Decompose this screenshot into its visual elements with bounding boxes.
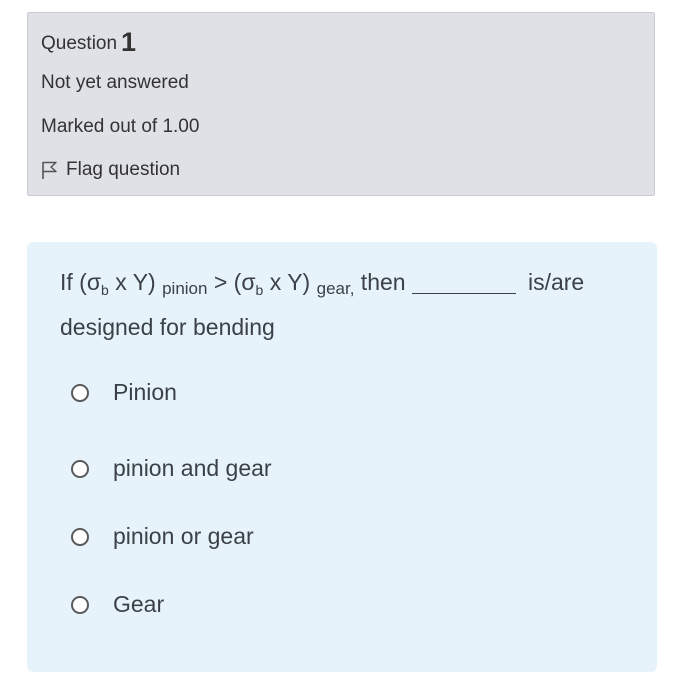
- answer-option-c[interactable]: pinion or gear: [71, 523, 254, 550]
- question-text-part: x Y): [108, 269, 163, 295]
- radio-button[interactable]: [71, 595, 89, 614]
- subscript-pinion: pinion: [162, 279, 208, 298]
- subscript-b: b: [101, 282, 109, 298]
- answer-option-d[interactable]: Gear: [71, 591, 164, 618]
- question-number-heading: Question 1: [41, 27, 136, 58]
- answer-blank: [411, 271, 516, 294]
- answer-option-label: pinion or gear: [113, 523, 254, 549]
- question-state: Not yet answered: [41, 72, 189, 93]
- flag-question-link[interactable]: Flag question: [41, 159, 180, 181]
- question-text-part: If (σ: [60, 269, 102, 295]
- question-number: 1: [121, 27, 137, 57]
- question-word: Question: [41, 33, 118, 54]
- answer-option-b[interactable]: pinion and gear: [71, 455, 272, 482]
- question-text-part: x Y): [263, 269, 317, 295]
- radio-button[interactable]: [71, 459, 89, 478]
- question-grade: Marked out of 1.00: [41, 116, 200, 137]
- subscript-gear: gear,: [316, 279, 355, 298]
- answer-option-label: Gear: [113, 591, 165, 617]
- question-info-panel: Question 1 Not yet answered Marked out of…: [27, 12, 655, 196]
- question-text: If (σb x Y) pinion > (σb x Y) gear, then…: [60, 264, 625, 346]
- question-text-part: then: [354, 269, 406, 295]
- radio-button[interactable]: [71, 527, 89, 546]
- flag-question-label: Flag question: [66, 159, 181, 180]
- answer-option-label: Pinion: [113, 379, 177, 405]
- answer-option-label: pinion and gear: [113, 455, 272, 481]
- question-content-panel: If (σb x Y) pinion > (σb x Y) gear, then…: [27, 242, 657, 672]
- flag-icon: [42, 161, 57, 179]
- radio-button[interactable]: [71, 383, 89, 402]
- answer-option-a[interactable]: Pinion: [71, 379, 177, 406]
- question-text-part: > (σ: [207, 269, 256, 295]
